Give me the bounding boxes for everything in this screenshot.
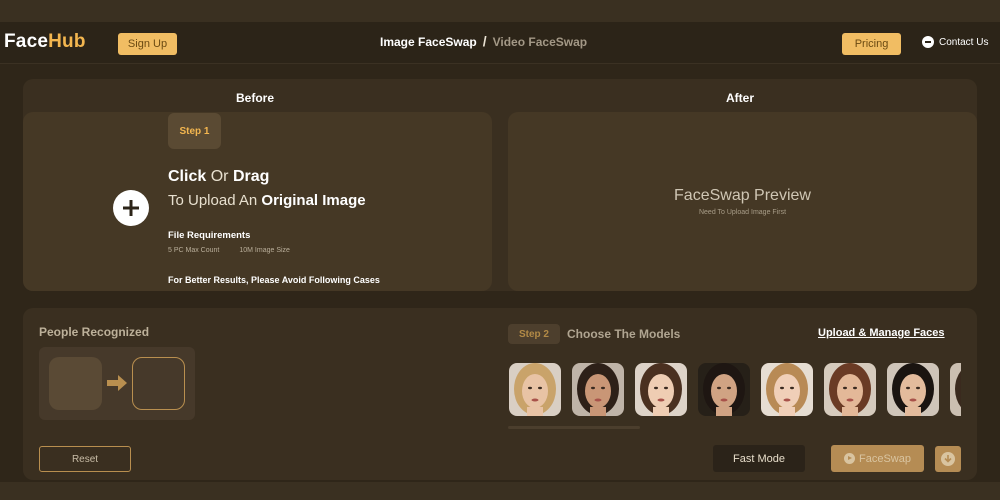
signup-button[interactable]: Sign Up <box>118 33 177 55</box>
model-thumbnail[interactable] <box>950 363 961 416</box>
preview-subtitle: Need To Upload Image First <box>698 209 787 216</box>
file-requirements-details: 5 PC Max Count 10M Image Size <box>168 247 290 254</box>
model-thumbnail[interactable] <box>572 363 624 416</box>
after-label: After <box>726 91 755 105</box>
choose-models-title: Choose The Models <box>567 327 681 341</box>
upload-manage-faces-link[interactable]: Upload & Manage Faces <box>818 327 945 339</box>
model-thumbnail[interactable] <box>509 363 561 416</box>
logo[interactable]: FaceHub <box>4 31 86 53</box>
fast-mode-button[interactable]: Fast Mode <box>713 445 805 472</box>
faceswap-button[interactable]: FaceSwap <box>831 445 924 472</box>
drag-text: Drag <box>232 168 270 185</box>
click-text: Click <box>168 168 207 185</box>
logo-hub-text: Hub <box>48 31 86 52</box>
tab-video-faceswap[interactable]: Video FaceSwap <box>493 35 587 49</box>
file-requirements-title: File Requirements <box>168 230 251 241</box>
models-scrollbar[interactable] <box>508 426 640 429</box>
max-count-text: 5 PC Max Count <box>168 247 220 254</box>
model-thumbnail[interactable] <box>761 363 813 416</box>
original-image-text: Original Image <box>261 192 366 209</box>
better-results-text: For Better Results, Please Avoid Followi… <box>168 275 380 285</box>
model-thumbnail[interactable] <box>698 363 750 416</box>
top-strip <box>0 0 1000 22</box>
model-thumbnail[interactable] <box>824 363 876 416</box>
add-image-icon[interactable] <box>113 190 149 226</box>
arrow-right-icon <box>107 375 127 391</box>
download-button[interactable] <box>935 446 961 472</box>
model-thumbnails <box>509 363 961 416</box>
model-thumbnail[interactable] <box>635 363 687 416</box>
target-face-slot[interactable] <box>132 357 185 410</box>
step-1-badge: Step 1 <box>168 113 221 149</box>
faceswap-button-label: FaceSwap <box>859 452 911 465</box>
pricing-button[interactable]: Pricing <box>842 33 901 55</box>
source-face-slot[interactable] <box>49 357 102 410</box>
contact-us-link[interactable]: Contact Us <box>922 36 988 48</box>
header: FaceHub Sign Up Image FaceSwap / Video F… <box>0 22 1000 64</box>
image-size-text: 10M Image Size <box>239 247 290 254</box>
upload-instruction-line1: Click Or Drag <box>168 168 269 186</box>
tab-image-faceswap[interactable]: Image FaceSwap <box>380 35 477 49</box>
upload-instruction-line2: To Upload An Original Image <box>168 192 366 209</box>
download-icon <box>941 452 955 466</box>
upload-an-text: To Upload An <box>168 192 258 209</box>
nav-separator: / <box>482 33 487 49</box>
bottom-strip <box>0 482 1000 500</box>
play-icon <box>844 453 855 464</box>
people-recognized-title: People Recognized <box>39 325 150 339</box>
nav-tabs: Image FaceSwap / Video FaceSwap <box>380 33 587 49</box>
before-label: Before <box>236 91 275 105</box>
contact-us-label: Contact Us <box>939 36 989 48</box>
or-text: Or <box>210 168 229 185</box>
reset-button[interactable]: Reset <box>39 446 131 472</box>
step-2-badge: Step 2 <box>508 324 560 344</box>
model-thumbnail[interactable] <box>887 363 939 416</box>
preview-title: FaceSwap Preview <box>674 187 811 204</box>
chat-icon <box>922 36 934 48</box>
logo-face-text: Face <box>4 31 49 52</box>
